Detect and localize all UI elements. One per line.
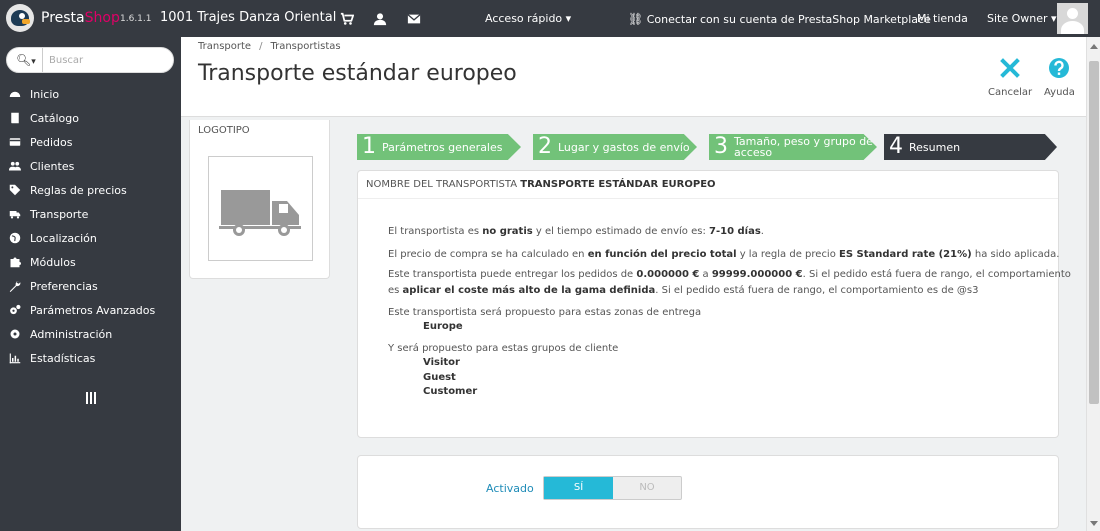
active-yes-option[interactable]: SÍ: [544, 477, 613, 499]
logo-label: LOGOTIPO: [198, 125, 250, 136]
dashboard-icon: [9, 91, 21, 97]
sidebar-item-administracion[interactable]: Administración: [0, 322, 181, 346]
wrench-icon: [9, 281, 21, 292]
sidebar-item-pedidos[interactable]: Pedidos: [0, 130, 181, 154]
active-label: Activado: [486, 482, 534, 495]
bar-chart-icon: [9, 353, 21, 364]
caret-down-icon: ▾: [1051, 12, 1057, 25]
cog-icon: [10, 329, 20, 339]
sidebar-item-label: Parámetros Avanzados: [30, 303, 156, 317]
globe-icon: [9, 232, 21, 244]
sidebar-item-localizacion[interactable]: Localización: [0, 226, 181, 250]
page-header: Transporte / Transportistas Transporte est…: [181, 37, 1086, 117]
sidebar-item-label: Transporte: [30, 207, 89, 221]
sidebar-item-catalogo[interactable]: Catálogo: [0, 106, 181, 130]
summary-line-price: El precio de compra se ha calculado en e…: [388, 249, 1060, 260]
shop-name[interactable]: 1001 Trajes Danza Oriental: [160, 10, 336, 25]
users-icon: [9, 161, 21, 171]
search-box: 🔍︎▾: [6, 47, 174, 73]
help-button[interactable]: Ayuda: [1044, 57, 1075, 98]
sidebar-item-label: Estadísticas: [30, 351, 96, 365]
caret-down-icon: ▾: [565, 12, 572, 25]
scroll-down-arrow-icon[interactable]: [1090, 521, 1098, 526]
prestashop-logo[interactable]: [6, 4, 34, 32]
active-toggle[interactable]: SÍ NO: [543, 476, 682, 500]
sidebar-item-label: Pedidos: [30, 135, 73, 149]
cancel-button[interactable]: Cancelar: [988, 57, 1032, 98]
active-panel: Activado SÍ NO: [357, 455, 1059, 529]
breadcrumb-item[interactable]: Transportistas: [270, 41, 340, 52]
sidebar-item-transporte[interactable]: Transporte: [0, 202, 181, 226]
credit-card-icon: [9, 138, 21, 146]
step-2[interactable]: 2 Lugar y gastos de envío: [533, 134, 697, 160]
book-icon: [11, 112, 19, 124]
close-icon: [1000, 58, 1020, 78]
sidebar-item-label: Reglas de precios: [30, 183, 127, 197]
active-no-option[interactable]: NO: [613, 477, 681, 499]
step-1[interactable]: 1 Parámetros generales: [357, 134, 521, 160]
summary-line-cost: El transportista es no gratis y el tiemp…: [388, 226, 764, 237]
quick-access-dropdown[interactable]: Acceso rápido ▾: [485, 12, 571, 25]
sidebar-item-clientes[interactable]: Clientes: [0, 154, 181, 178]
marketplace-link[interactable]: ⛓ Conectar con su cuenta de PrestaShop M…: [628, 12, 931, 26]
truck-icon: [9, 211, 21, 219]
summary-panel: NOMBRE DEL TRANSPORTISTA TRANSPORTE ESTÁ…: [357, 170, 1071, 438]
summary-line-range: Este transportista puede entregar los pe…: [388, 269, 1071, 280]
user-menu[interactable]: Site Owner ▾: [987, 12, 1057, 25]
envelope-icon[interactable]: [407, 12, 421, 26]
groups-intro: Y será propuesto para estas grupos de cl…: [388, 343, 619, 354]
sidebar-item-preferencias[interactable]: Preferencias: [0, 274, 181, 298]
shopping-cart-icon[interactable]: [340, 12, 354, 26]
zones-intro: Este transportista será propuesto para e…: [388, 307, 702, 318]
my-shop-link[interactable]: Mi tienda: [917, 12, 968, 25]
version-label: 1.6.1.1: [120, 14, 152, 24]
sidebar-item-label: Módulos: [30, 255, 76, 269]
question-circle-icon: [1049, 58, 1070, 78]
scroll-up-arrow-icon[interactable]: [1090, 44, 1098, 49]
brand-name[interactable]: PrestaShop: [41, 10, 120, 26]
breadcrumb: Transporte / Transportistas: [198, 41, 341, 52]
sidebar: 🔍︎▾ Inicio Catálogo Pedidos Clientes Reg…: [0, 37, 181, 531]
carrier-logo: [208, 156, 313, 261]
sidebar-item-label: Catálogo: [30, 111, 79, 125]
link-icon: ⛓: [628, 12, 644, 26]
page-title: Transporte estándar europeo: [198, 61, 517, 86]
sidebar-item-modulos[interactable]: Módulos: [0, 250, 181, 274]
search-icon: 🔍︎: [16, 53, 32, 67]
panel-heading: NOMBRE DEL TRANSPORTISTA TRANSPORTE ESTÁ…: [358, 171, 1058, 199]
summary-line-behavior: es aplicar el coste más alto de la gama …: [388, 285, 979, 296]
step-3[interactable]: 3 Tamaño, peso y grupo de acceso: [709, 134, 877, 160]
sidebar-item-reglas-de-precios[interactable]: Reglas de precios: [0, 178, 181, 202]
group-item: Visitor: [423, 357, 460, 368]
sidebar-item-label: Preferencias: [30, 279, 98, 293]
step-4[interactable]: 4 Resumen: [884, 134, 1057, 160]
group-item: Customer: [423, 386, 478, 397]
breadcrumb-item[interactable]: Transporte: [198, 41, 251, 52]
cogs-icon: [10, 304, 21, 315]
sidebar-item-label: Localización: [30, 231, 97, 245]
user-icon[interactable]: [373, 12, 387, 26]
search-type-button[interactable]: 🔍︎▾: [7, 48, 43, 72]
group-item: Guest: [423, 372, 456, 383]
sidebar-item-label: Clientes: [30, 159, 75, 173]
caret-down-icon: ▾: [31, 57, 36, 67]
search-input[interactable]: [45, 49, 169, 71]
sidebar-item-label: Inicio: [30, 87, 60, 101]
tag-icon: [9, 184, 21, 196]
logo-panel: LOGOTIPO: [189, 120, 330, 279]
sidebar-item-parametros-avanzados[interactable]: Parámetros Avanzados: [0, 298, 181, 322]
puzzle-icon: [10, 257, 21, 268]
avatar[interactable]: [1057, 3, 1088, 34]
sidebar-item-estadisticas[interactable]: Estadísticas: [0, 346, 181, 370]
truck-icon: [219, 190, 301, 236]
sidebar-item-inicio[interactable]: Inicio: [0, 82, 181, 106]
page-scrollbar[interactable]: [1086, 37, 1100, 531]
scrollbar-thumb[interactable]: [1089, 61, 1099, 404]
sidebar-item-label: Administración: [30, 327, 113, 341]
top-bar: PrestaShop 1.6.1.1 1001 Trajes Danza Ori…: [0, 0, 1100, 37]
zone-item: Europe: [423, 321, 463, 332]
collapse-sidebar-icon[interactable]: [86, 392, 96, 404]
